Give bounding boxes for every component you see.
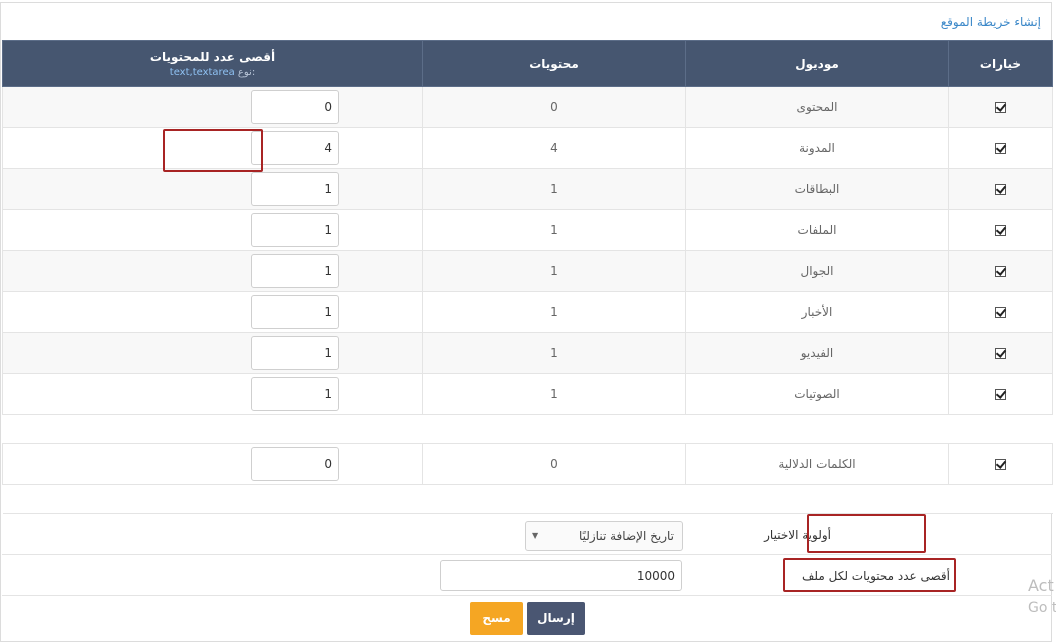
contents-cell: 1 (422, 168, 686, 210)
submit-button[interactable]: إرسال (527, 602, 585, 635)
header-options: خيارات (948, 40, 1053, 87)
module-cell: الفيديو (685, 332, 949, 374)
contents-cell: 4 (422, 127, 686, 169)
type-hint-key: نوع: (237, 66, 256, 78)
spacer-row (2, 414, 1053, 444)
divider (2, 554, 1052, 555)
table-row: 0الكلمات الدلالية (2, 443, 1053, 485)
module-cell: الأخبار (685, 291, 949, 333)
module-cell: الملفات (685, 209, 949, 251)
table-row: 0المحتوى (2, 86, 1053, 128)
include-checkbox[interactable] (995, 143, 1006, 154)
watermark-line1: Act (1028, 576, 1054, 595)
module-cell: الكلمات الدلالية (685, 443, 949, 485)
table-row: 1البطاقات (2, 168, 1053, 210)
include-checkbox[interactable] (995, 266, 1006, 277)
include-checkbox[interactable] (995, 459, 1006, 470)
include-checkbox[interactable] (995, 348, 1006, 359)
contents-cell: 1 (422, 373, 686, 415)
table-row: 1الجوال (2, 250, 1053, 292)
max-per-file-label: أقصى عدد محتويات لكل ملف (801, 569, 950, 583)
table-row: 1الصوتيات (2, 373, 1053, 415)
type-hint: text,textarea نوع: (3, 67, 422, 78)
table-row: 4المدونة (2, 127, 1053, 169)
breadcrumb-create-sitemap[interactable]: إنشاء خريطة الموقع (941, 15, 1041, 29)
options-cell (948, 168, 1053, 210)
module-cell: الصوتيات (685, 373, 949, 415)
options-cell (948, 86, 1053, 128)
module-cell: المحتوى (685, 86, 949, 128)
include-checkbox[interactable] (995, 184, 1006, 195)
header-module: موديول (685, 40, 949, 87)
contents-cell: 0 (422, 443, 686, 485)
header-contents: محتويات (422, 40, 686, 87)
spacer-row (2, 484, 1053, 514)
max-contents-input[interactable] (251, 254, 339, 288)
modules-table: أقصى عدد للمحتويات text,textarea نوع: مح… (2, 40, 1053, 514)
options-cell (948, 443, 1053, 485)
max-per-file-input[interactable] (440, 560, 682, 591)
include-checkbox[interactable] (995, 225, 1006, 236)
module-cell: المدونة (685, 127, 949, 169)
max-cell (2, 127, 423, 169)
watermark-line2: Go t (1028, 600, 1056, 616)
max-cell (2, 443, 423, 485)
options-cell (948, 127, 1053, 169)
priority-select[interactable]: تاريخ الإضافة تنازليًا ▼ (525, 521, 683, 551)
max-contents-input[interactable] (251, 447, 339, 481)
priority-label: أولوية الاختيار (764, 528, 831, 542)
contents-cell: 1 (422, 291, 686, 333)
module-cell: البطاقات (685, 168, 949, 210)
clear-button[interactable]: مسح (470, 602, 523, 635)
contents-cell: 0 (422, 86, 686, 128)
options-cell (948, 332, 1053, 374)
priority-select-value: تاريخ الإضافة تنازليًا (578, 529, 674, 543)
header-max-contents: أقصى عدد للمحتويات text,textarea نوع: (2, 40, 423, 87)
max-cell (2, 373, 423, 415)
include-checkbox[interactable] (995, 389, 1006, 400)
table-row: 1الأخبار (2, 291, 1053, 333)
include-checkbox[interactable] (995, 307, 1006, 318)
spacer-cell (2, 484, 1053, 514)
max-cell (2, 86, 423, 128)
max-contents-input[interactable] (251, 90, 339, 124)
spacer-cell (2, 414, 1053, 444)
max-cell (2, 250, 423, 292)
chevron-down-icon: ▼ (532, 531, 539, 540)
max-contents-input[interactable] (251, 295, 339, 329)
options-cell (948, 209, 1053, 251)
table-row: 1الملفات (2, 209, 1053, 251)
max-contents-input[interactable] (251, 377, 339, 411)
divider (2, 595, 1052, 596)
options-cell (948, 373, 1053, 415)
max-contents-input[interactable] (251, 336, 339, 370)
options-cell (948, 291, 1053, 333)
table-row: 1الفيديو (2, 332, 1053, 374)
type-hint-value: text,textarea (169, 66, 235, 78)
max-contents-input[interactable] (251, 172, 339, 206)
max-contents-input[interactable] (251, 213, 339, 247)
options-cell (948, 250, 1053, 292)
max-cell (2, 332, 423, 374)
contents-cell: 1 (422, 332, 686, 374)
contents-cell: 1 (422, 250, 686, 292)
max-cell (2, 168, 423, 210)
max-cell (2, 209, 423, 251)
module-cell: الجوال (685, 250, 949, 292)
include-checkbox[interactable] (995, 102, 1006, 113)
header-max-contents-label: أقصى عدد للمحتويات (149, 49, 276, 64)
max-cell (2, 291, 423, 333)
contents-cell: 1 (422, 209, 686, 251)
max-contents-input[interactable] (251, 131, 339, 165)
